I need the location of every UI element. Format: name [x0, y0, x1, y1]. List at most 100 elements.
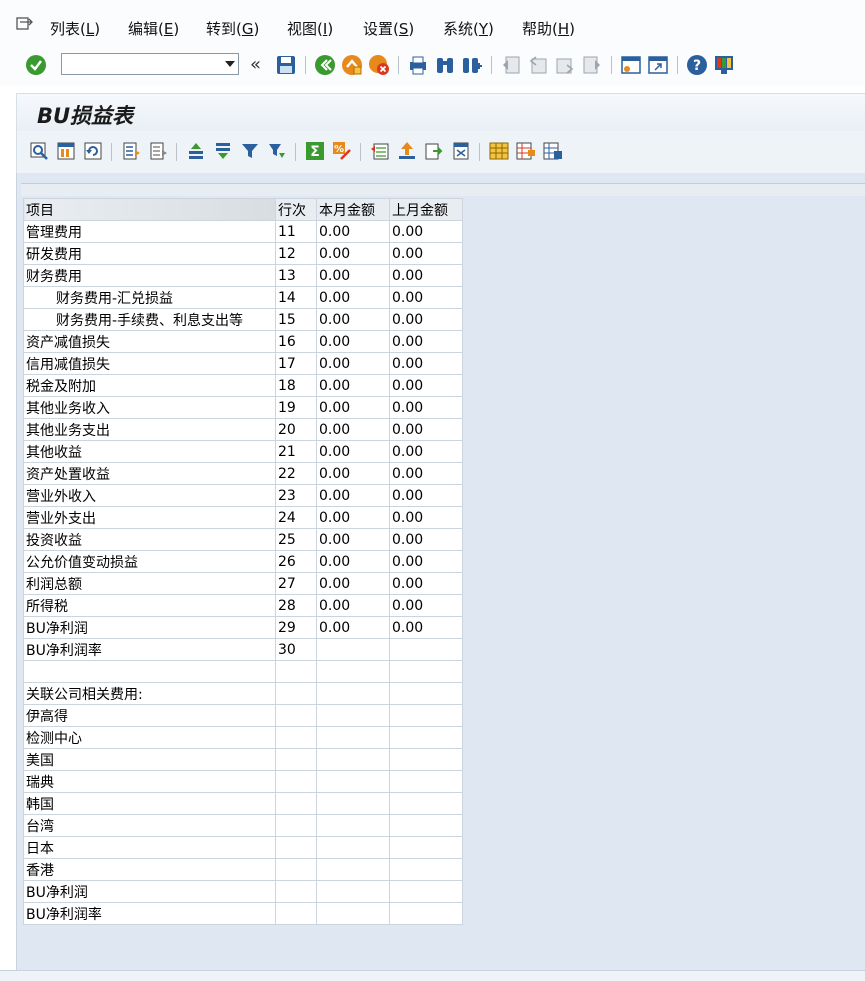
cell-line-no[interactable] — [275, 704, 317, 727]
cell-previous-month[interactable] — [389, 792, 463, 815]
cell-current-month[interactable]: 0.00 — [316, 418, 390, 441]
cell-item[interactable]: BU净利润 — [23, 880, 276, 903]
table-row[interactable]: 资产处置收益 22 0.00 0.00 — [23, 462, 463, 485]
cell-line-no[interactable] — [275, 660, 317, 683]
cell-previous-month[interactable]: 0.00 — [389, 352, 463, 375]
cell-item[interactable]: 其他业务收入 — [23, 396, 276, 419]
filter-settings-icon[interactable] — [267, 141, 287, 161]
first-page-icon[interactable] — [500, 54, 522, 76]
filter-icon[interactable] — [240, 141, 260, 161]
cell-previous-month[interactable]: 0.00 — [389, 220, 463, 243]
cell-line-no[interactable]: 30 — [275, 638, 317, 661]
cell-line-no[interactable]: 15 — [275, 308, 317, 331]
cell-item[interactable]: 其他收益 — [23, 440, 276, 463]
cell-previous-month[interactable]: 0.00 — [389, 286, 463, 309]
cell-line-no[interactable] — [275, 748, 317, 771]
sort-ascending-icon[interactable] — [186, 141, 206, 161]
print-preview-icon[interactable] — [451, 141, 471, 161]
sum-icon[interactable]: Σ — [305, 141, 325, 161]
table-row[interactable]: 财务费用 13 0.00 0.00 — [23, 264, 463, 287]
cell-current-month[interactable] — [316, 660, 390, 683]
cell-line-no[interactable]: 28 — [275, 594, 317, 617]
cell-item[interactable]: 营业外支出 — [23, 506, 276, 529]
table-row[interactable]: 信用减值损失 17 0.00 0.00 — [23, 352, 463, 375]
table-row[interactable]: 利润总额 27 0.00 0.00 — [23, 572, 463, 595]
cell-item[interactable]: 管理费用 — [23, 220, 276, 243]
cell-item[interactable]: 韩国 — [23, 792, 276, 815]
change-layout-icon[interactable] — [489, 141, 509, 161]
table-row[interactable]: 瑞典 — [23, 770, 463, 793]
export-download-icon[interactable] — [397, 141, 417, 161]
cell-line-no[interactable] — [275, 880, 317, 903]
cell-item[interactable]: 瑞典 — [23, 770, 276, 793]
cell-previous-month[interactable] — [389, 748, 463, 771]
cell-previous-month[interactable]: 0.00 — [389, 242, 463, 265]
cell-previous-month[interactable]: 0.00 — [389, 308, 463, 331]
table-row[interactable]: 韩国 — [23, 792, 463, 815]
table-row[interactable]: 财务费用-汇兑损益 14 0.00 0.00 — [23, 286, 463, 309]
cell-line-no[interactable] — [275, 858, 317, 881]
deselect-all-icon[interactable] — [148, 141, 168, 161]
find-next-icon[interactable] — [461, 54, 483, 76]
table-row[interactable]: BU净利润率 — [23, 902, 463, 925]
cell-line-no[interactable]: 29 — [275, 616, 317, 639]
table-row[interactable]: 营业外收入 23 0.00 0.00 — [23, 484, 463, 507]
cell-item[interactable]: 财务费用 — [23, 264, 276, 287]
cell-item[interactable]: 美国 — [23, 748, 276, 771]
table-row[interactable]: 税金及附加 18 0.00 0.00 — [23, 374, 463, 397]
cell-line-no[interactable]: 20 — [275, 418, 317, 441]
cell-current-month[interactable]: 0.00 — [316, 308, 390, 331]
cell-current-month[interactable]: 0.00 — [316, 440, 390, 463]
cell-previous-month[interactable]: 0.00 — [389, 462, 463, 485]
cell-current-month[interactable]: 0.00 — [316, 506, 390, 529]
table-row[interactable]: 其他收益 21 0.00 0.00 — [23, 440, 463, 463]
cell-line-no[interactable]: 25 — [275, 528, 317, 551]
cell-item[interactable]: BU净利润率 — [23, 638, 276, 661]
cell-current-month[interactable]: 0.00 — [316, 484, 390, 507]
cell-current-month[interactable] — [316, 858, 390, 881]
table-row[interactable]: 香港 — [23, 858, 463, 881]
cell-previous-month[interactable] — [389, 858, 463, 881]
cell-current-month[interactable]: 0.00 — [316, 462, 390, 485]
last-page-icon[interactable] — [581, 54, 603, 76]
cell-item[interactable]: 税金及附加 — [23, 374, 276, 397]
menu-item[interactable]: 帮助(H) — [522, 18, 575, 39]
cell-line-no[interactable] — [275, 682, 317, 705]
save-layout-icon[interactable] — [543, 141, 563, 161]
cell-item[interactable]: 香港 — [23, 858, 276, 881]
cell-previous-month[interactable] — [389, 880, 463, 903]
table-row[interactable]: 管理费用 11 0.00 0.00 — [23, 220, 463, 243]
cell-previous-month[interactable]: 0.00 — [389, 572, 463, 595]
cell-line-no[interactable]: 13 — [275, 264, 317, 287]
cell-item[interactable]: BU净利润率 — [23, 902, 276, 925]
table-row[interactable]: 关联公司相关费用: — [23, 682, 463, 705]
cell-line-no[interactable] — [275, 836, 317, 859]
cell-line-no[interactable]: 23 — [275, 484, 317, 507]
send-icon[interactable] — [424, 141, 444, 161]
cell-current-month[interactable]: 0.00 — [316, 330, 390, 353]
cell-line-no[interactable] — [275, 792, 317, 815]
cell-item[interactable]: 公允价值变动损益 — [23, 550, 276, 573]
cell-previous-month[interactable] — [389, 638, 463, 661]
cell-current-month[interactable] — [316, 814, 390, 837]
refresh-icon[interactable] — [83, 141, 103, 161]
table-row[interactable]: 台湾 — [23, 814, 463, 837]
cell-previous-month[interactable] — [389, 660, 463, 683]
cell-line-no[interactable] — [275, 770, 317, 793]
cell-item[interactable]: 资产处置收益 — [23, 462, 276, 485]
cell-item[interactable]: 研发费用 — [23, 242, 276, 265]
cell-current-month[interactable]: 0.00 — [316, 616, 390, 639]
cell-previous-month[interactable]: 0.00 — [389, 484, 463, 507]
cell-line-no[interactable] — [275, 902, 317, 925]
cell-current-month[interactable]: 0.00 — [316, 550, 390, 573]
cell-current-month[interactable]: 0.00 — [316, 396, 390, 419]
cell-previous-month[interactable] — [389, 770, 463, 793]
cell-previous-month[interactable]: 0.00 — [389, 418, 463, 441]
cell-current-month[interactable] — [316, 638, 390, 661]
cell-previous-month[interactable]: 0.00 — [389, 616, 463, 639]
table-row[interactable]: 其他业务收入 19 0.00 0.00 — [23, 396, 463, 419]
cell-line-no[interactable]: 14 — [275, 286, 317, 309]
cell-current-month[interactable]: 0.00 — [316, 352, 390, 375]
table-row[interactable] — [23, 660, 463, 683]
table-row[interactable]: 资产减值损失 16 0.00 0.00 — [23, 330, 463, 353]
